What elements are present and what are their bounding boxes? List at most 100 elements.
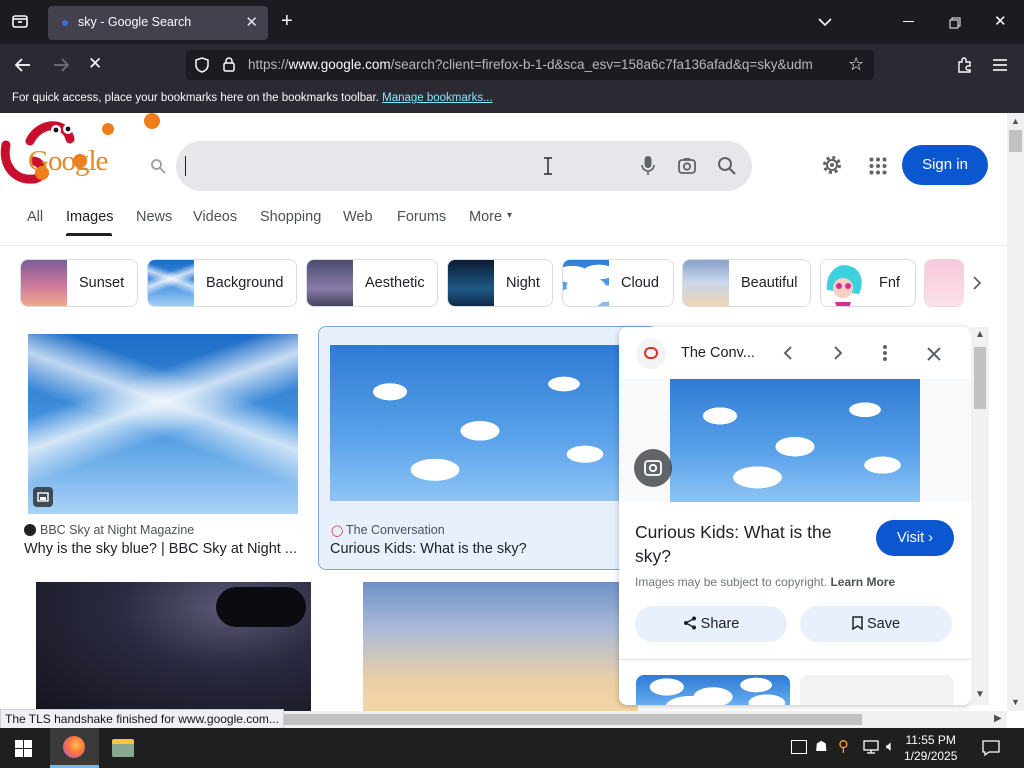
back-icon[interactable] <box>14 56 32 79</box>
url-bar[interactable]: https://www.google.com/search?client=fir… <box>186 50 874 80</box>
window-close-icon[interactable]: ✕ <box>994 12 1007 30</box>
page-scrollbar-thumb[interactable] <box>1009 130 1022 152</box>
nav-bar: ✕ https://www.google.com/search?client=f… <box>0 44 1024 86</box>
chip-aesthetic[interactable]: Aesthetic <box>306 259 438 307</box>
tab-more[interactable]: More <box>469 209 502 225</box>
chip-background[interactable]: Background <box>147 259 297 307</box>
tab-images[interactable]: Images <box>66 209 114 225</box>
app-menu-icon[interactable] <box>993 58 1007 76</box>
restore-icon[interactable] <box>949 16 961 34</box>
screen: sky - Google Search ✕ + ✕ ✕ https://www.… <box>0 0 1024 768</box>
chip-cloud[interactable]: Cloud <box>562 259 674 307</box>
chip-fnf[interactable]: Fnf <box>820 259 916 307</box>
page-vertical-scrollbar[interactable]: ▲ ▼ <box>1007 113 1024 711</box>
result-image-3[interactable] <box>36 582 311 711</box>
notifications-icon[interactable] <box>982 739 1000 762</box>
tracking-protection-icon[interactable] <box>194 57 210 76</box>
chip-sunset[interactable]: Sunset <box>20 259 138 307</box>
tray-security-icon[interactable] <box>791 740 807 754</box>
panel-prev-icon[interactable] <box>783 345 793 366</box>
panel-image[interactable] <box>670 379 920 502</box>
tray-network-people-icon[interactable]: ☗ <box>815 738 828 755</box>
panel-title[interactable]: Curious Kids: What is the sky? <box>635 520 831 568</box>
tab-favicon-icon <box>62 20 68 26</box>
clock-date: 1/29/2025 <box>904 749 958 763</box>
tab-shopping[interactable]: Shopping <box>260 209 321 225</box>
panel-source-name[interactable]: The Conv... <box>681 345 755 361</box>
tray-network-icon[interactable] <box>862 739 880 760</box>
chips-scroll-right-icon[interactable] <box>972 276 982 295</box>
result-title-2[interactable]: Curious Kids: What is the sky? <box>330 541 610 557</box>
tab-bar: sky - Google Search ✕ + ✕ <box>0 0 1024 44</box>
chip-label: Night <box>506 275 540 291</box>
manage-bookmarks-link[interactable]: Manage bookmarks... <box>382 92 493 104</box>
search-input[interactable] <box>176 141 752 191</box>
taskbar-clock[interactable]: 11:55 PM 1/29/2025 <box>904 732 957 764</box>
visit-button[interactable]: Visit › <box>876 520 954 556</box>
panel-more-icon[interactable] <box>883 345 887 366</box>
result-image-2[interactable] <box>330 345 630 501</box>
panel-scroll-down-icon[interactable]: ▼ <box>975 689 985 700</box>
panel-scrollbar-thumb[interactable] <box>974 347 986 409</box>
chip-label: Fnf <box>879 275 900 291</box>
tab-all[interactable]: All <box>27 209 43 225</box>
lock-icon[interactable] <box>222 56 236 75</box>
extensions-icon[interactable] <box>956 56 974 79</box>
tab-list-icon[interactable] <box>11 12 29 35</box>
explorer-icon-band <box>112 744 134 757</box>
clock-time: 11:55 PM <box>905 733 956 747</box>
tray-search-icon[interactable]: ⚲ <box>838 737 849 755</box>
panel-scroll-up-icon[interactable]: ▲ <box>975 329 985 340</box>
panel-lens-icon[interactable] <box>634 449 672 487</box>
tab-news[interactable]: News <box>136 209 172 225</box>
chip-night[interactable]: Night <box>447 259 553 307</box>
panel-close-icon[interactable] <box>926 346 942 367</box>
chip-thumbnail <box>821 260 867 306</box>
page-scroll-down-icon[interactable]: ▼ <box>1011 697 1020 707</box>
bookmark-icon <box>852 616 867 632</box>
bookmark-star-icon[interactable]: ☆ <box>848 54 864 75</box>
start-windows-icon[interactable] <box>15 740 32 762</box>
google-apps-icon[interactable] <box>869 157 887 180</box>
forward-icon[interactable] <box>52 56 70 79</box>
google-doodle-logo[interactable]: Google <box>0 115 156 187</box>
result-image-4[interactable] <box>363 582 638 711</box>
search-submit-icon[interactable] <box>717 156 737 181</box>
result-image-1[interactable] <box>28 334 298 514</box>
new-tab-icon[interactable]: + <box>281 10 293 33</box>
panel-related-image-1[interactable] <box>636 675 790 705</box>
bookmarks-hint: For quick access, place your bookmarks h… <box>12 92 493 104</box>
sign-in-button[interactable]: Sign in <box>902 145 988 185</box>
doodle-wordmark: Google <box>28 145 108 177</box>
result-source-2[interactable]: The Conversation <box>346 523 445 537</box>
search-icon-left <box>150 158 166 178</box>
panel-next-icon[interactable] <box>833 345 843 366</box>
chip-thumbnail <box>148 260 194 306</box>
panel-scrollbar[interactable]: ▲ ▼ <box>971 327 989 705</box>
chip-beautiful[interactable]: Beautiful <box>682 259 811 307</box>
panel-related-image-2[interactable] <box>800 675 954 705</box>
save-button[interactable]: Save <box>800 606 952 642</box>
voice-search-icon[interactable] <box>641 155 655 182</box>
file-explorer-icon[interactable] <box>112 739 134 757</box>
tab-active[interactable]: sky - Google Search ✕ <box>48 6 268 40</box>
taskbar-firefox[interactable] <box>50 728 99 768</box>
result-source-1[interactable]: BBC Sky at Night Magazine <box>40 523 194 537</box>
chip-partial[interactable] <box>924 259 964 307</box>
page-scroll-up-icon[interactable]: ▲ <box>1011 116 1020 126</box>
list-all-tabs-icon[interactable] <box>818 14 832 32</box>
tray-volume-icon[interactable]: 🔈︎ <box>886 738 895 755</box>
minimize-icon[interactable] <box>903 21 914 22</box>
result-title-1[interactable]: Why is the sky blue? | BBC Sky at Night … <box>24 541 300 557</box>
page-scroll-right-icon[interactable]: ▶ <box>994 713 1002 724</box>
share-button[interactable]: Share <box>635 606 787 642</box>
tab-web[interactable]: Web <box>343 209 373 225</box>
tab-close-icon[interactable]: ✕ <box>245 13 258 31</box>
lens-search-icon[interactable] <box>677 156 697 181</box>
stop-loading-icon[interactable]: ✕ <box>88 54 102 74</box>
settings-gear-icon[interactable] <box>820 153 844 182</box>
tab-forums[interactable]: Forums <box>397 209 446 225</box>
learn-more-link[interactable]: Learn More <box>830 575 895 589</box>
url-text[interactable]: https://www.google.com/search?client=fir… <box>248 57 844 72</box>
tab-videos[interactable]: Videos <box>193 209 237 225</box>
